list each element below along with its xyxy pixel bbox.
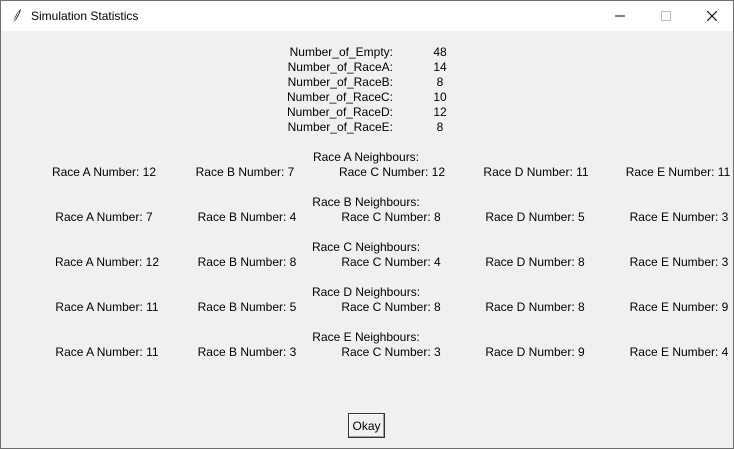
stat-value-race-c: 10 — [433, 90, 447, 104]
race-c-neighbour-race-d: Race D Number: 8 — [485, 255, 585, 269]
race-d-neighbour-race-e: Race E Number: 9 — [629, 300, 729, 314]
minimize-icon — [615, 15, 625, 17]
race-d-neighbour-race-c: Race C Number: 8 — [341, 300, 441, 314]
race-e-neighbour-race-c: Race C Number: 3 — [341, 345, 441, 359]
race-c-neighbour-race-a: Race A Number: 12 — [54, 255, 160, 269]
title-bar[interactable]: Simulation Statistics — [1, 1, 733, 31]
race-b-neighbours-title: Race B Neighbours: — [312, 195, 420, 209]
race-d-neighbours-title: Race D Neighbours: — [311, 285, 421, 299]
race-a-neighbour-race-d: Race D Number: 11 — [483, 165, 589, 179]
stat-label-race-e: Number_of_RaceE: — [287, 120, 393, 134]
race-a-neighbour-race-b: Race B Number: 7 — [195, 165, 295, 179]
race-c-neighbours-title: Race C Neighbours: — [311, 240, 421, 254]
race-c-neighbour-race-e: Race E Number: 3 — [629, 255, 729, 269]
simulation-statistics-window: Simulation Statistics Number_of_Empty: 4… — [0, 0, 734, 449]
race-d-neighbour-race-a: Race A Number: 11 — [55, 300, 159, 314]
minimize-button[interactable] — [597, 1, 643, 31]
race-a-neighbours-title: Race A Neighbours: — [312, 150, 420, 164]
feather-icon — [9, 8, 25, 24]
content-area: Number_of_Empty: 48 Number_of_RaceA: 14 … — [1, 31, 733, 448]
race-d-neighbour-race-b: Race B Number: 5 — [197, 300, 297, 314]
race-e-neighbour-race-b: Race B Number: 3 — [197, 345, 297, 359]
race-b-neighbour-race-d: Race D Number: 5 — [485, 210, 585, 224]
race-b-neighbour-race-c: Race C Number: 8 — [341, 210, 441, 224]
stat-value-race-d: 12 — [433, 105, 447, 119]
stat-label-race-b: Number_of_RaceB: — [287, 75, 393, 89]
okay-button[interactable]: Okay — [348, 413, 385, 438]
stat-label-race-d: Number_of_RaceD: — [286, 105, 393, 119]
race-a-neighbour-race-e: Race E Number: 11 — [625, 165, 731, 179]
stat-label-race-a: Number_of_RaceA: — [287, 60, 393, 74]
race-e-neighbour-race-e: Race E Number: 4 — [629, 345, 729, 359]
race-b-neighbour-race-a: Race A Number: 7 — [55, 210, 153, 224]
race-e-neighbour-race-a: Race A Number: 11 — [55, 345, 159, 359]
close-icon — [707, 11, 717, 21]
race-e-neighbour-race-d: Race D Number: 9 — [485, 345, 585, 359]
window-title: Simulation Statistics — [31, 9, 139, 23]
race-e-neighbours-title: Race E Neighbours: — [312, 330, 420, 344]
stat-value-race-b: 8 — [436, 75, 444, 89]
race-a-neighbour-race-a: Race A Number: 12 — [51, 165, 157, 179]
maximize-button[interactable] — [643, 1, 689, 31]
race-b-neighbour-race-e: Race E Number: 3 — [629, 210, 729, 224]
stat-value-empty: 48 — [433, 45, 447, 59]
race-b-neighbour-race-b: Race B Number: 4 — [197, 210, 297, 224]
stat-label-race-c: Number_of_RaceC: — [286, 90, 393, 104]
race-c-neighbour-race-b: Race B Number: 8 — [197, 255, 297, 269]
race-d-neighbour-race-d: Race D Number: 8 — [485, 300, 585, 314]
stat-value-race-e: 8 — [436, 120, 444, 134]
maximize-icon — [661, 11, 671, 21]
close-button[interactable] — [689, 1, 733, 31]
race-c-neighbour-race-c: Race C Number: 4 — [341, 255, 441, 269]
race-a-neighbour-race-c: Race C Number: 12 — [338, 165, 446, 179]
stat-value-race-a: 14 — [433, 60, 447, 74]
stat-label-empty: Number_of_Empty: — [289, 45, 393, 59]
